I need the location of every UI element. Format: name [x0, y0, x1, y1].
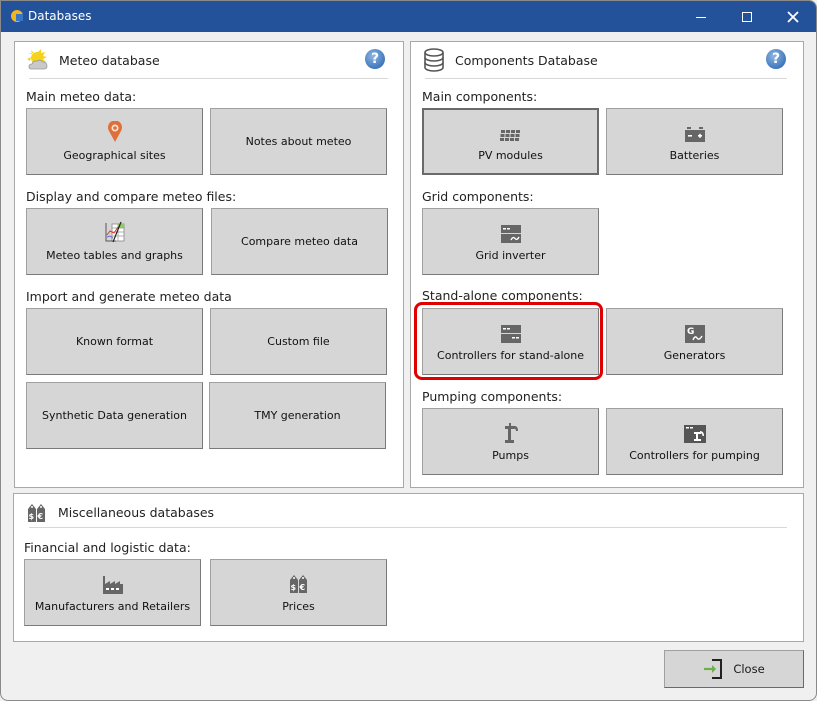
pump-controller-icon	[683, 421, 706, 443]
geographical-sites-button[interactable]: Geographical sites	[26, 108, 203, 175]
meteo-panel-header: Meteo database	[25, 46, 160, 74]
meteo-panel-title: Meteo database	[59, 52, 160, 68]
pv-module-icon	[499, 121, 522, 143]
maximize-button[interactable]	[724, 1, 770, 32]
factory-icon	[102, 572, 124, 594]
grid-inverter-button[interactable]: Grid inverter	[422, 208, 599, 275]
section-grid-components: Grid components:	[422, 189, 534, 204]
title-bar[interactable]: Databases	[1, 1, 816, 32]
controllers-standalone-button[interactable]: Controllers for stand-alone	[422, 308, 599, 375]
misc-panel-header: $ € Miscellaneous databases	[24, 498, 214, 526]
battery-icon	[684, 121, 706, 143]
window-title: Databases	[28, 9, 92, 23]
section-standalone-components: Stand-alone components:	[422, 288, 583, 303]
generator-icon: G	[684, 321, 706, 343]
misc-divider	[29, 527, 787, 528]
svg-text:€: €	[298, 583, 305, 592]
database-icon	[421, 47, 447, 73]
databases-window: Databases Meteo database ? Main meteo da…	[0, 0, 817, 701]
pumps-button[interactable]: Pumps	[422, 408, 599, 475]
components-help-icon[interactable]: ?	[766, 49, 786, 69]
tmy-generation-button[interactable]: TMY generation	[209, 382, 386, 449]
close-window-button[interactable]	[770, 1, 816, 32]
section-financial-logistic: Financial and logistic data:	[24, 540, 191, 555]
components-panel-header: Components Database	[421, 46, 598, 74]
close-button[interactable]: Close	[664, 650, 804, 688]
minimize-button[interactable]	[678, 1, 724, 32]
section-pumping-components: Pumping components:	[422, 389, 563, 404]
manufacturers-retailers-button[interactable]: Manufacturers and Retailers	[24, 559, 201, 626]
compare-meteo-data-button[interactable]: Compare meteo data	[211, 208, 388, 275]
batteries-button[interactable]: Batteries	[606, 108, 783, 175]
svg-text:$: $	[29, 512, 35, 521]
known-format-button[interactable]: Known format	[26, 308, 203, 375]
price-tags-icon: $ €	[288, 572, 310, 594]
misc-panel-title: Miscellaneous databases	[58, 504, 215, 520]
app-icon	[10, 9, 24, 23]
meteo-help-icon[interactable]: ?	[365, 49, 385, 69]
inverter-icon	[500, 221, 522, 243]
sun-cloud-icon	[25, 47, 51, 73]
close-button-label: Close	[733, 662, 765, 676]
notes-about-meteo-button[interactable]: Notes about meteo	[210, 108, 387, 175]
table-graph-icon	[104, 221, 126, 243]
controller-icon	[500, 321, 522, 343]
components-database-panel: Components Database ? Main components: P…	[410, 41, 804, 488]
synthetic-data-generation-button[interactable]: Synthetic Data generation	[26, 382, 203, 449]
meteo-tables-graphs-button[interactable]: Meteo tables and graphs	[26, 208, 203, 275]
components-divider	[425, 78, 787, 79]
components-panel-title: Components Database	[455, 52, 598, 68]
section-main-components: Main components:	[422, 89, 538, 104]
generators-button[interactable]: G Generators	[606, 308, 783, 375]
price-tags-icon: $ €	[24, 499, 50, 525]
svg-text:€: €	[37, 512, 44, 521]
meteo-database-panel: Meteo database ? Main meteo data: Geogra…	[14, 41, 404, 488]
prices-button[interactable]: $ € Prices	[210, 559, 387, 626]
minimize-icon	[696, 16, 706, 18]
controllers-pumping-button[interactable]: Controllers for pumping	[606, 408, 783, 475]
svg-text:G: G	[687, 327, 694, 337]
pump-icon	[502, 421, 520, 443]
pv-modules-button[interactable]: PV modules	[422, 108, 599, 175]
meteo-divider	[29, 78, 388, 79]
section-import-generate: Import and generate meteo data	[26, 289, 232, 304]
exit-arrow-icon	[703, 658, 725, 680]
section-main-meteo: Main meteo data:	[26, 89, 137, 104]
close-icon	[787, 10, 799, 23]
maximize-icon	[742, 11, 752, 22]
svg-text:$: $	[290, 583, 296, 592]
custom-file-button[interactable]: Custom file	[210, 308, 387, 375]
misc-database-panel: $ € Miscellaneous databases Financial an…	[13, 493, 804, 642]
section-display-compare: Display and compare meteo files:	[26, 189, 237, 204]
map-pin-icon	[107, 121, 123, 143]
